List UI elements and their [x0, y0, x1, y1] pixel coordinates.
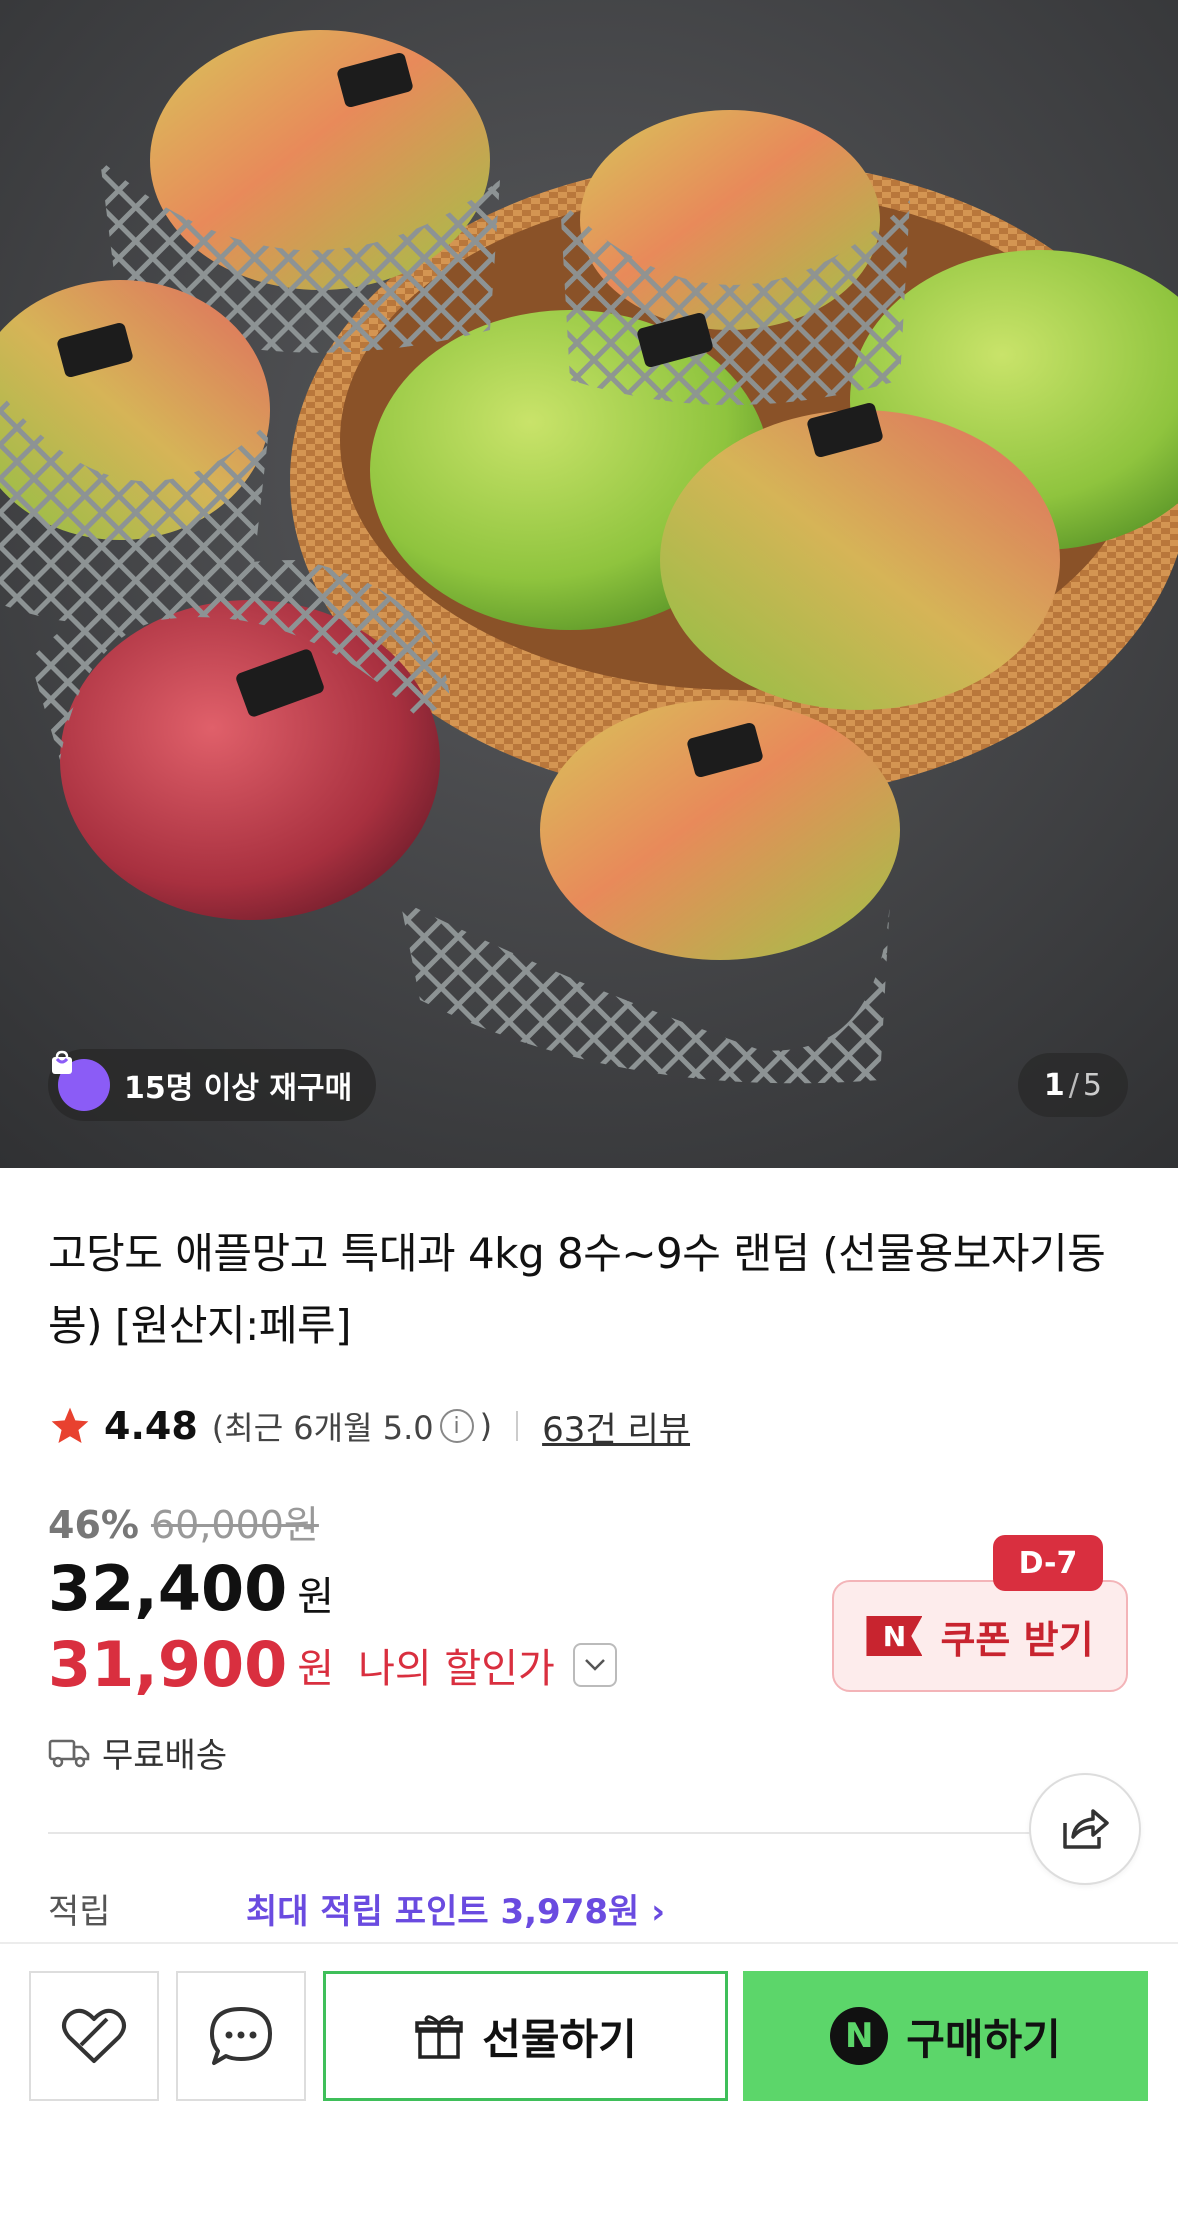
rating-row: 4.48 (최근 6개월 5.0 i ) 63건 리뷰: [48, 1398, 690, 1454]
page-separator: /: [1068, 1067, 1079, 1103]
shopping-bag-icon: [52, 1050, 110, 1111]
gift-button[interactable]: 선물하기: [323, 1971, 728, 2101]
my-price-row[interactable]: 31,900 원 나의 할인가: [48, 1628, 617, 1701]
rebuy-badge: 15명 이상 재구매: [48, 1049, 377, 1121]
my-price-unit: 원: [297, 1645, 335, 1692]
discount-rate: 46%: [48, 1503, 139, 1547]
buy-button[interactable]: N 구매하기: [743, 1971, 1148, 2101]
product-title: 고당도 애플망고 특대과 4kg 8수~9수 랜덤 (선물용보자기동봉) [원산…: [48, 1229, 1106, 1350]
recent-rating: (최근 6개월 5.0 i ): [212, 1403, 492, 1449]
heart-icon: [62, 2008, 126, 2063]
my-price-label: 나의 할인가: [358, 1645, 555, 1692]
shipping-text: 무료배송: [102, 1736, 228, 1776]
wishlist-button[interactable]: [29, 1971, 159, 2101]
product-image[interactable]: 15명 이상 재구매 1 / 5: [0, 0, 1178, 1168]
naver-pay-mark: N: [866, 1616, 923, 1656]
price-unit: 원: [297, 1574, 335, 1620]
section-divider: [48, 1832, 1078, 1834]
image-page-indicator: 1 / 5: [1017, 1053, 1128, 1117]
star-icon: [51, 1407, 89, 1444]
share-button[interactable]: [1029, 1773, 1141, 1885]
points-label: 적립: [48, 1892, 111, 1932]
my-discount-price: 31,900: [48, 1628, 288, 1701]
original-price: 60,000원: [150, 1503, 319, 1547]
coupon-label: 쿠폰 받기: [940, 1617, 1094, 1662]
review-link[interactable]: 63건 리뷰: [542, 1402, 690, 1451]
price-row: 32,400 원: [48, 1552, 334, 1625]
recent-rating-close: ): [479, 1407, 493, 1445]
gift-label: 선물하기: [482, 2014, 637, 2064]
coupon-dday-badge: D-7: [993, 1535, 1103, 1591]
sale-price: 32,400: [48, 1552, 288, 1625]
shipping-row: 무료배송: [48, 1728, 227, 1777]
recent-rating-text: (최근 6개월 5.0: [211, 1409, 434, 1447]
buy-label: 구매하기: [906, 2014, 1061, 2064]
talk-button[interactable]: [176, 1971, 306, 2101]
page-total: 5: [1082, 1067, 1102, 1103]
points-row: 적립 최대 적립 포인트 3,978원 ›: [48, 1884, 665, 1933]
coupon-button[interactable]: N 쿠폰 받기: [832, 1580, 1128, 1692]
mango-photo: [0, 0, 1178, 1168]
divider: [516, 1411, 519, 1441]
gift-icon: [415, 2015, 463, 2059]
points-link[interactable]: 최대 적립 포인트 3,978원 ›: [246, 1884, 665, 1933]
chat-bubble-icon: [210, 2007, 272, 2065]
share-icon: [1063, 1809, 1109, 1849]
truck-icon: [48, 1739, 90, 1767]
chevron-down-icon[interactable]: [572, 1642, 617, 1687]
page-current: 1: [1043, 1067, 1065, 1103]
discount-row: 46% 60,000원: [48, 1494, 319, 1549]
rating-score: 4.48: [104, 1404, 198, 1448]
info-icon[interactable]: i: [439, 1409, 474, 1443]
rebuy-text: 15명 이상 재구매: [124, 1071, 353, 1106]
naver-n-icon: N: [830, 2007, 889, 2065]
